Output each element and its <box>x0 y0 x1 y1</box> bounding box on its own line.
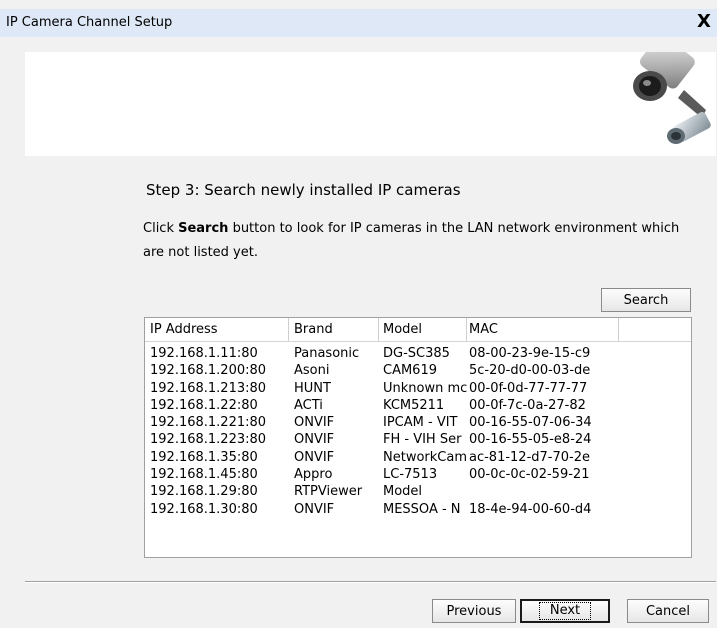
cell-model: IPCAM - VIT <box>383 415 458 431</box>
cell-ip: 192.168.1.200:80 <box>150 363 267 379</box>
cell-mac: 00-0f-0d-77-77-77 <box>469 380 588 396</box>
table-row[interactable]: 192.168.1.29:80 RTPViewer Model <box>145 483 691 500</box>
cell-model: CAM619 <box>383 363 437 379</box>
cell-brand: ONVIF <box>294 449 335 465</box>
cell-ip: 192.168.1.29:80 <box>150 484 258 500</box>
column-header-ip[interactable]: IP Address <box>145 318 289 341</box>
cell-model: MESSOA - N <box>383 501 461 517</box>
cancel-button[interactable]: Cancel <box>627 599 709 623</box>
cell-mac: 00-0f-7c-0a-27-82 <box>469 397 586 413</box>
cell-model: LC-7513 <box>383 467 438 483</box>
table-row[interactable]: 192.168.1.11:80 Panasonic DG-SC385 08-00-23… <box>145 345 691 362</box>
column-header-model[interactable]: Model <box>379 318 467 341</box>
cell-model: DG-SC385 <box>383 346 450 361</box>
cell-model: KCM5211 <box>383 397 445 413</box>
table-row[interactable]: 192.168.1.45:80 Appro LC-7513 00-0c-0c-02-5… <box>145 466 691 483</box>
cell-brand: Asoni <box>294 363 330 379</box>
column-header-brand[interactable]: Brand <box>289 318 379 341</box>
table-row[interactable]: 192.168.1.35:80 ONVIF NetworkCam ac-81-12-d… <box>145 449 691 466</box>
cell-ip: 192.168.1.221:80 <box>150 415 267 431</box>
table-row[interactable]: 192.168.1.223:80 ONVIF FH - VIH Ser 00-16-5… <box>145 431 691 448</box>
camera-list[interactable]: IP Address Brand Model MAC 192.168.1.11:… <box>144 317 692 558</box>
title-bar: IP Camera Channel Setup X <box>0 9 717 37</box>
cell-mac: ac-81-12-d7-70-2e <box>469 449 590 465</box>
cell-brand: Appro <box>294 467 333 483</box>
header-banner <box>25 52 716 156</box>
cell-mac: 08-00-23-9e-15-c9 <box>469 346 591 361</box>
desc-text-start: Click <box>143 221 179 236</box>
cell-mac: 00-16-55-07-06-34 <box>469 415 592 431</box>
cell-model: Unknown mc <box>383 380 467 396</box>
cell-model: NetworkCam <box>383 449 467 465</box>
previous-button[interactable]: Previous <box>432 599 516 623</box>
table-row[interactable]: 192.168.1.221:80 ONVIF IPCAM - VIT 00-16-55… <box>145 414 691 431</box>
cell-ip: 192.168.1.11:80 <box>150 346 258 361</box>
list-body: 192.168.1.11:80 Panasonic DG-SC385 08-00-23… <box>145 345 691 518</box>
setup-dialog: IP Camera Channel Setup X Step 3: Search… <box>0 0 717 628</box>
column-header-mac[interactable]: MAC <box>467 318 619 341</box>
cell-mac: 00-0c-0c-02-59-21 <box>469 467 590 483</box>
cell-brand: ACTi <box>294 397 323 413</box>
close-button[interactable]: X <box>695 12 713 32</box>
cell-model: Model <box>383 484 423 500</box>
window-title: IP Camera Channel Setup <box>6 15 173 30</box>
cell-brand: Panasonic <box>294 346 360 361</box>
table-row[interactable]: 192.168.1.22:80 ACTi KCM5211 00-0f-7c-0a-27… <box>145 397 691 414</box>
cell-brand: HUNT <box>294 380 331 396</box>
cell-ip: 192.168.1.45:80 <box>150 467 258 483</box>
cell-ip: 192.168.1.22:80 <box>150 397 258 413</box>
ip-camera-icon <box>633 52 711 144</box>
cell-mac: 5c-20-d0-00-03-de <box>469 363 591 379</box>
table-row[interactable]: 192.168.1.213:80 HUNT Unknown mc 00-0f-0d-7… <box>145 380 691 397</box>
cell-ip: 192.168.1.30:80 <box>150 501 258 517</box>
cell-ip: 192.168.1.213:80 <box>150 380 267 396</box>
cell-mac: 18-4e-94-00-60-d4 <box>469 501 592 517</box>
column-header-empty[interactable] <box>619 318 691 341</box>
cell-model: FH - VIH Ser <box>383 432 462 448</box>
step-title: Step 3: Search newly installed IP camera… <box>146 181 461 199</box>
next-button[interactable]: Next <box>520 599 610 623</box>
cell-brand: ONVIF <box>294 501 335 517</box>
cell-mac <box>467 483 619 500</box>
cell-brand: ONVIF <box>294 432 335 448</box>
cell-ip: 192.168.1.223:80 <box>150 432 267 448</box>
footer-divider <box>25 581 716 583</box>
cell-mac: 00-16-55-05-e8-24 <box>469 432 592 448</box>
cell-brand: ONVIF <box>294 415 335 431</box>
cell-brand: RTPViewer <box>294 484 363 500</box>
cell-ip: 192.168.1.35:80 <box>150 449 258 465</box>
search-button[interactable]: Search <box>601 288 691 312</box>
step-description: Click Search button to look for IP camer… <box>143 217 683 265</box>
table-row[interactable]: 192.168.1.30:80 ONVIF MESSOA - N 18-4e-94-0… <box>145 501 691 518</box>
list-header: IP Address Brand Model MAC <box>145 318 691 342</box>
desc-search-keyword: Search <box>178 221 229 236</box>
next-button-label: Next <box>538 602 592 620</box>
table-row[interactable]: 192.168.1.200:80 Asoni CAM619 5c-20-d0-00-0… <box>145 362 691 379</box>
